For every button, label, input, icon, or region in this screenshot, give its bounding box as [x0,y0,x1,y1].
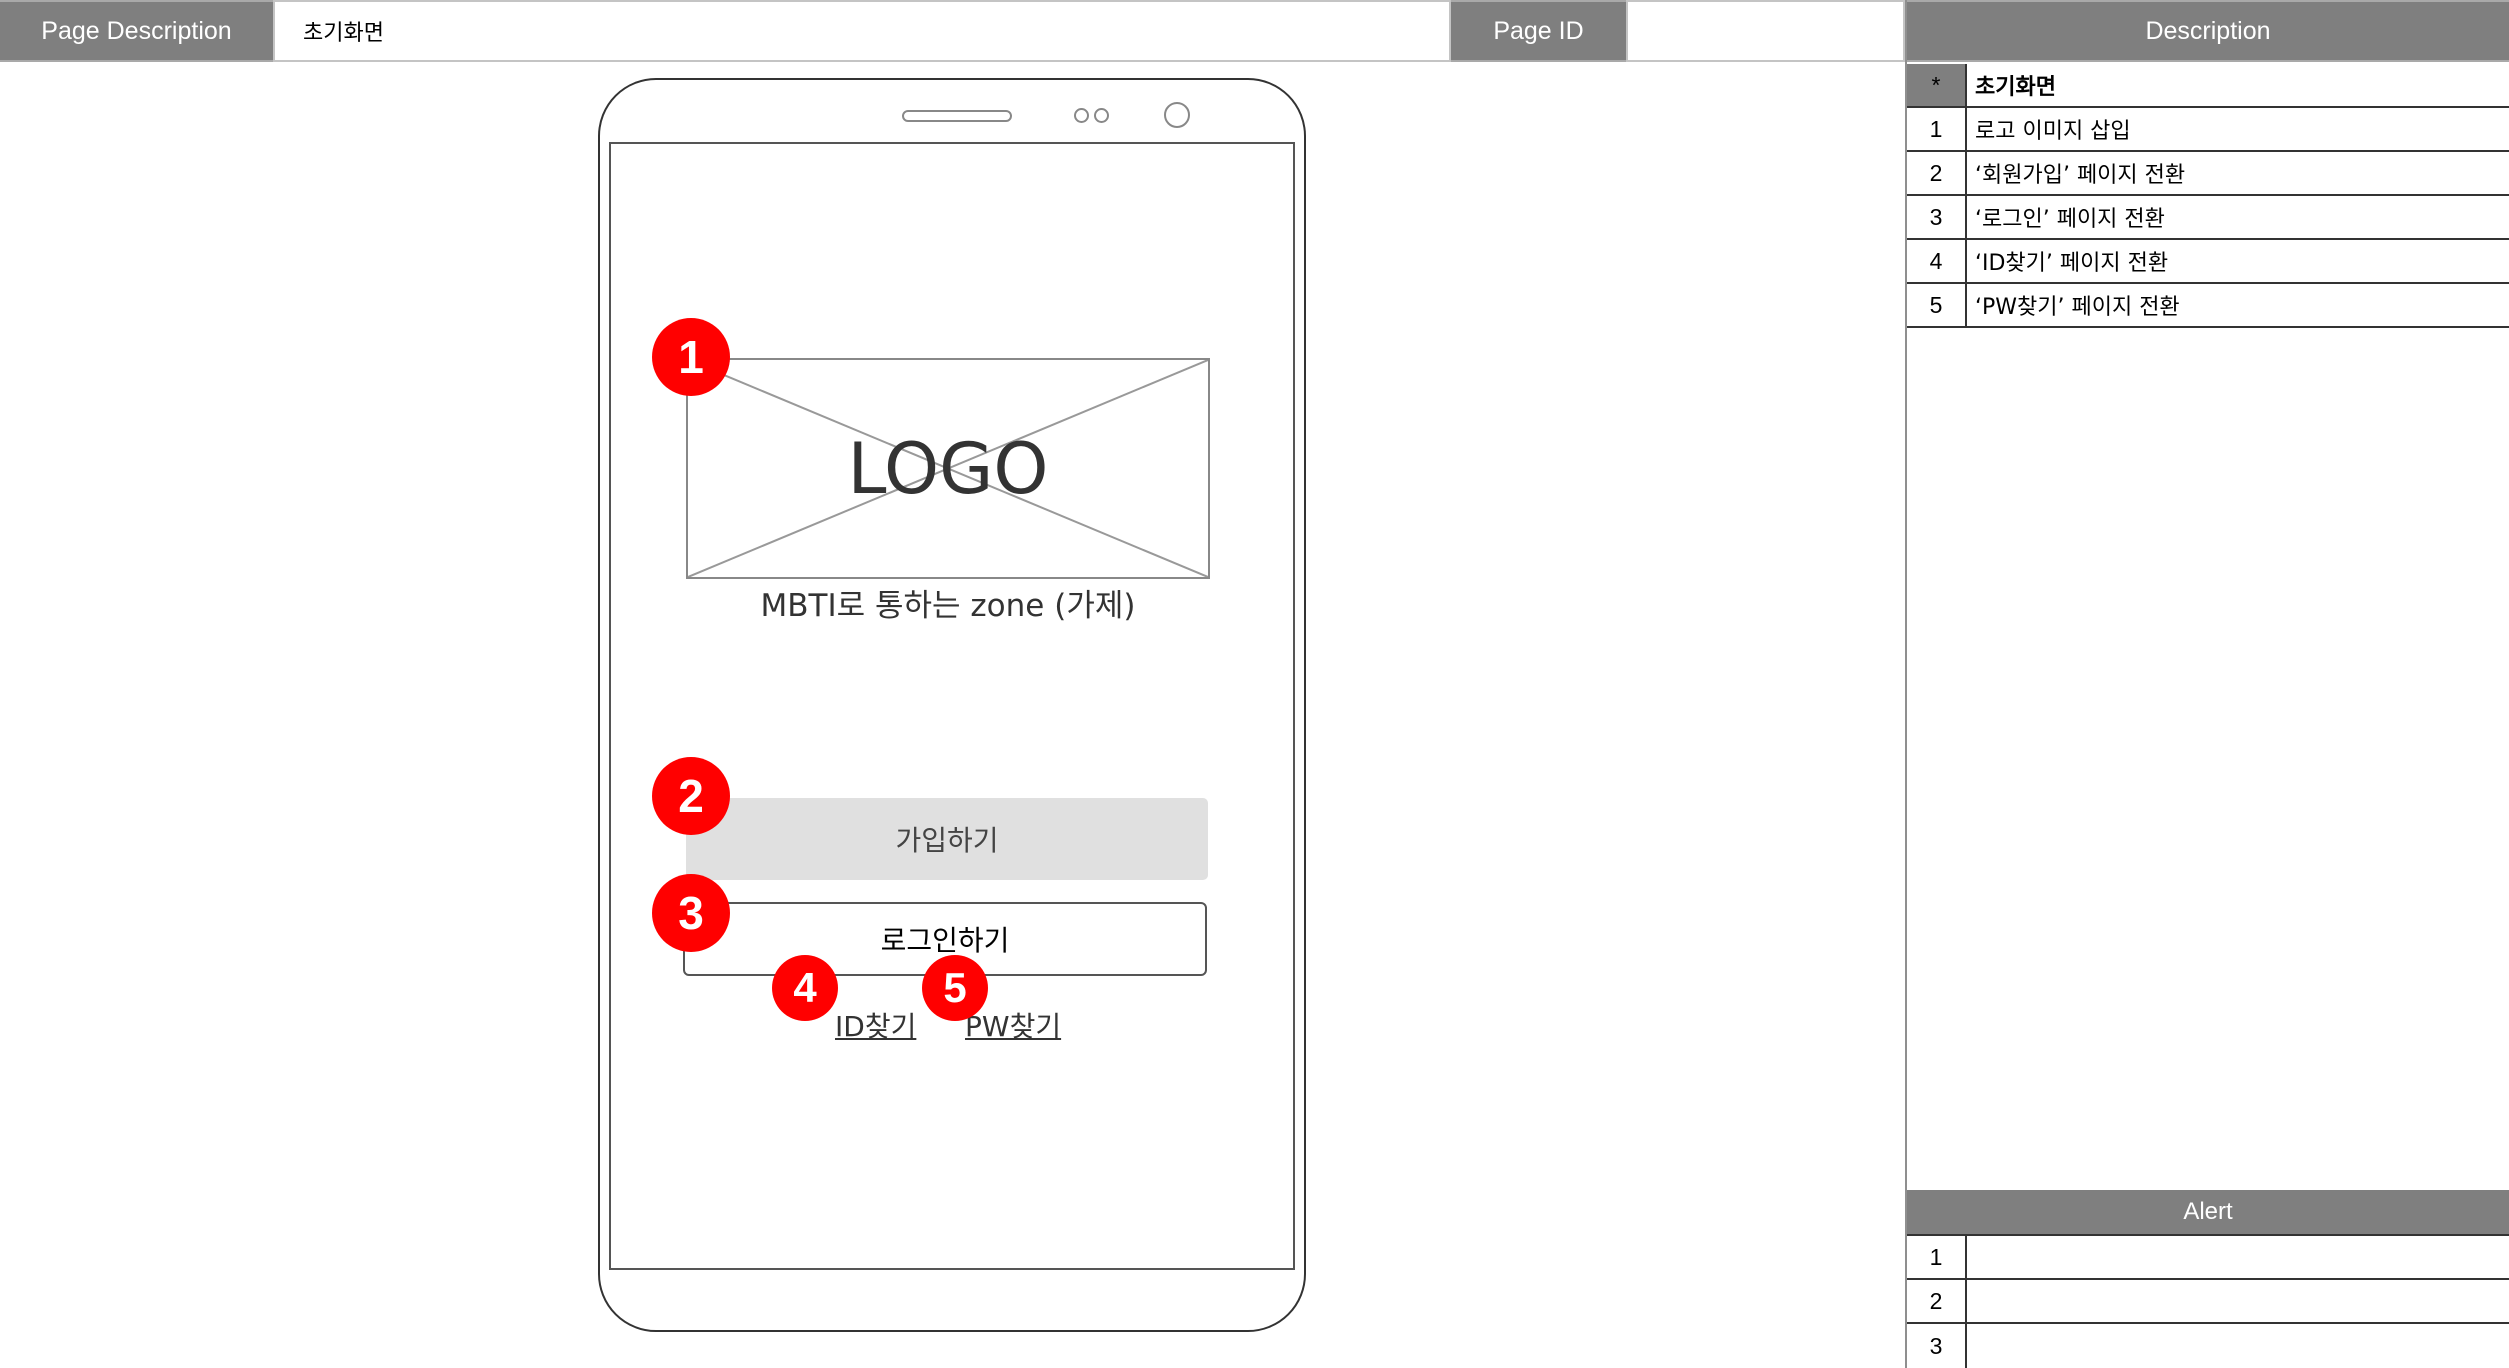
logo-placeholder: LOGO [686,358,1210,579]
table-row: 3 ‘로그인’ 페이지 전환 [1907,196,2509,240]
sensor-icon [1074,108,1089,123]
description-table-head: * 초기화면 [1907,64,2509,108]
alert-row-number: 2 [1907,1280,1967,1322]
page-id-value [1626,0,1905,62]
description-header: Description [1907,0,2509,62]
find-id-link[interactable]: ID찾기 [835,1005,916,1045]
sensor-icon [1094,108,1109,123]
page-id-label: Page ID [1451,0,1626,62]
alert-table: 1 2 3 [1907,1236,2509,1368]
annotation-marker-1: 1 [652,318,730,396]
page-description-value: 초기화면 [273,0,1451,62]
alert-row-text [1967,1324,2509,1368]
alert-row-text [1967,1280,2509,1322]
phone-screen [609,142,1295,1270]
row-text: ‘로그인’ 페이지 전환 [1975,207,2165,232]
alert-row-number: 1 [1907,1236,1967,1278]
row-text: 로고 이미지 삽입 [1975,119,2131,144]
speaker-icon [902,110,1012,122]
find-pw-link[interactable]: PW찾기 [965,1005,1061,1045]
row-number: 3 [1907,196,1967,238]
alert-row: 3 [1907,1324,2509,1368]
row-text: ‘ID찾기’ 페이지 전환 [1975,251,2169,276]
annotation-marker-4: 4 [772,955,838,1021]
row-text: ‘회원가입’ 페이지 전환 [1975,163,2186,188]
description-table: * 초기화면 1 로고 이미지 삽입 2 ‘회원가입’ 페이지 전환 3 ‘로그… [1907,64,2509,328]
alert-row-text [1967,1236,2509,1278]
annotation-marker-5: 5 [922,955,988,1021]
head-title: 초기화면 [1975,75,2056,100]
alert-header: Alert [1907,1190,2509,1236]
table-row: 5 ‘PW찾기’ 페이지 전환 [1907,284,2509,328]
logo-text: LOGO [847,427,1049,510]
signup-button[interactable]: 가입하기 [686,798,1208,880]
row-number: 4 [1907,240,1967,282]
row-number: 5 [1907,284,1967,326]
head-marker: * [1907,64,1967,106]
table-row: 4 ‘ID찾기’ 페이지 전환 [1907,240,2509,284]
row-number: 2 [1907,152,1967,194]
alert-row: 1 [1907,1236,2509,1280]
table-row: 1 로고 이미지 삽입 [1907,108,2509,152]
alert-row-number: 3 [1907,1324,1967,1368]
annotation-marker-2: 2 [652,757,730,835]
row-text: ‘PW찾기’ 페이지 전환 [1975,295,2180,320]
annotation-marker-3: 3 [652,874,730,952]
alert-row: 2 [1907,1280,2509,1324]
table-row: 2 ‘회원가입’ 페이지 전환 [1907,152,2509,196]
row-number: 1 [1907,108,1967,150]
app-tagline: MBTI로 통하는 zone (가제) [760,588,1136,624]
camera-icon [1164,102,1190,128]
page-description-label: Page Description [0,0,273,62]
